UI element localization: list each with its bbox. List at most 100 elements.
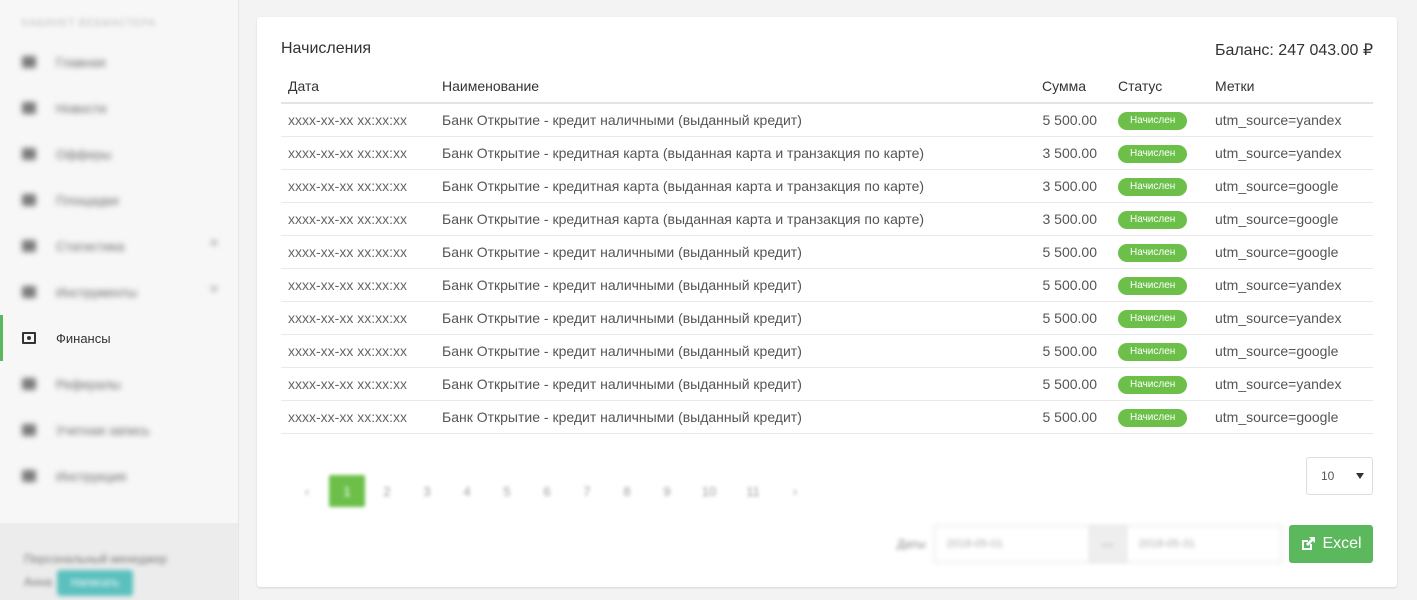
chart-icon [22,240,36,252]
column-header-name[interactable]: Наименование [435,70,1035,104]
status-badge: Начислен [1118,111,1188,130]
per-page-select[interactable]: 10 [1306,457,1373,495]
column-header-tags[interactable]: Метки [1208,70,1373,104]
cell-status: Начислен [1104,367,1208,401]
cell-name: Банк Открытие - кредитная карта (выданна… [435,202,1035,236]
cell-tag: utm_source=yandex [1208,103,1373,137]
pagination-page[interactable]: 11 [731,475,775,507]
chevron-down-icon [210,287,218,292]
status-badge: Начислен [1118,276,1188,295]
accruals-card: Начисления Баланс: 247 043.00 ₽ Дата Наи… [257,17,1397,587]
cell-sum: 5 500.00 [1035,400,1104,434]
status-badge: Начислен [1118,243,1188,262]
sidebar-item-label: Новости [56,100,107,116]
cell-sum: 5 500.00 [1035,301,1104,335]
cell-date: xxxx-xx-xx xx:xx:xx [281,334,435,368]
cell-date: xxxx-xx-xx xx:xx:xx [281,136,435,170]
sidebar-item-label: Инструкция [56,468,126,484]
cell-name: Банк Открытие - кредитная карта (выданна… [435,136,1035,170]
cell-status: Начислен [1104,103,1208,137]
cell-name: Банк Открытие - кредит наличными (выданн… [435,268,1035,302]
cell-status: Начислен [1104,202,1208,236]
status-badge: Начислен [1118,210,1188,229]
pagination-page[interactable]: 5 [487,475,527,507]
cell-name: Банк Открытие - кредитная карта (выданна… [435,169,1035,203]
sidebar-item-label: Офферы [56,146,112,162]
table-row: xxxx-xx-xx xx:xx:xx Банк Открытие - креди… [281,301,1373,335]
cell-status: Начислен [1104,169,1208,203]
sidebar-item-finance[interactable]: Финансы [0,315,238,361]
cell-name: Банк Открытие - кредит наличными (выданн… [435,400,1035,434]
sidebar-item-home[interactable]: Главная [0,39,238,85]
pagination-prev[interactable]: ‹ [287,475,327,507]
table-row: xxxx-xx-xx xx:xx:xx Банк Открытие - креди… [281,268,1373,302]
cell-date: xxxx-xx-xx xx:xx:xx [281,268,435,302]
sidebar-item-label: Главная [56,54,106,70]
platforms-icon [22,194,36,206]
sidebar-item-label: Статистика [56,238,125,254]
manager-title: Персональный менеджер [24,552,167,566]
column-header-date[interactable]: Дата [281,70,435,104]
accruals-table: Дата Наименование Сумма Статус Метки xxx… [281,70,1373,434]
cell-tag: utm_source=google [1208,400,1373,434]
column-header-sum[interactable]: Сумма [1035,70,1104,104]
table-row: xxxx-xx-xx xx:xx:xx Банк Открытие - креди… [281,202,1373,236]
cell-date: xxxx-xx-xx xx:xx:xx [281,103,435,137]
pagination-page[interactable]: 2 [367,475,407,507]
pagination-next[interactable]: › [775,475,815,507]
pagination-page[interactable]: 9 [647,475,687,507]
sidebar-item-offers[interactable]: Офферы [0,131,238,177]
caret-down-icon [1356,473,1364,479]
sidebar-item-label: Финансы [56,330,111,346]
page-title: Начисления [281,40,372,57]
pagination-page[interactable]: 10 [687,475,731,507]
pagination: ‹ 1 2 3 4 5 6 7 8 9 10 11 › [287,475,815,507]
excel-export-button[interactable]: Excel [1289,525,1373,563]
sidebar-item-label: Инструменты [56,284,138,300]
sidebar-item-statistics[interactable]: Статистика [0,223,238,269]
sidebar-item-tools[interactable]: Инструменты [0,269,238,315]
pagination-page[interactable]: 1 [329,475,365,507]
per-page-value: 10 [1321,469,1335,483]
cell-status: Начислен [1104,268,1208,302]
cell-tag: utm_source=google [1208,202,1373,236]
pagination-page[interactable]: 3 [407,475,447,507]
contact-manager-button[interactable]: Написать [57,570,133,596]
status-badge: Начислен [1118,342,1188,361]
pagination-page[interactable]: 7 [567,475,607,507]
cell-sum: 3 500.00 [1035,202,1104,236]
cell-tag: utm_source=yandex [1208,367,1373,401]
date-to-input[interactable]: 2018-05-31 [1125,525,1282,563]
cell-status: Начислен [1104,235,1208,269]
chevron-down-icon [210,241,218,246]
sidebar-item-news[interactable]: Новости [0,85,238,131]
pagination-page[interactable]: 4 [447,475,487,507]
manager-panel: Персональный менеджер Анна Написать [0,523,238,600]
status-badge: Начислен [1118,144,1188,163]
column-header-status[interactable]: Статус [1104,70,1208,104]
excel-button-label: Excel [1322,535,1362,552]
book-icon [22,470,36,482]
table-row: xxxx-xx-xx xx:xx:xx Банк Открытие - креди… [281,334,1373,368]
cell-sum: 3 500.00 [1035,169,1104,203]
home-icon [22,56,36,68]
pagination-page[interactable]: 6 [527,475,567,507]
sidebar-item-platforms[interactable]: Площадки [0,177,238,223]
status-badge: Начислен [1118,177,1188,196]
sidebar-item-account[interactable]: Учетная запись [0,407,238,453]
user-icon [22,424,36,436]
date-from-input[interactable]: 2018-05-01 [933,525,1090,563]
manager-name: Анна [24,575,52,589]
sidebar-item-referrals[interactable]: Рефералы [0,361,238,407]
cell-name: Банк Открытие - кредит наличными (выданн… [435,301,1035,335]
cell-date: xxxx-xx-xx xx:xx:xx [281,169,435,203]
sidebar-header: Кабинет вебмастера [22,18,157,29]
pagination-page[interactable]: 8 [607,475,647,507]
cell-sum: 5 500.00 [1035,235,1104,269]
cell-sum: 5 500.00 [1035,334,1104,368]
sidebar-item-instructions[interactable]: Инструкция [0,453,238,499]
balance: Баланс: 247 043.00 ₽ [1214,42,1373,59]
sidebar-item-label: Учетная запись [56,422,150,438]
offers-icon [22,148,36,160]
cell-name: Банк Открытие - кредит наличными (выданн… [435,334,1035,368]
